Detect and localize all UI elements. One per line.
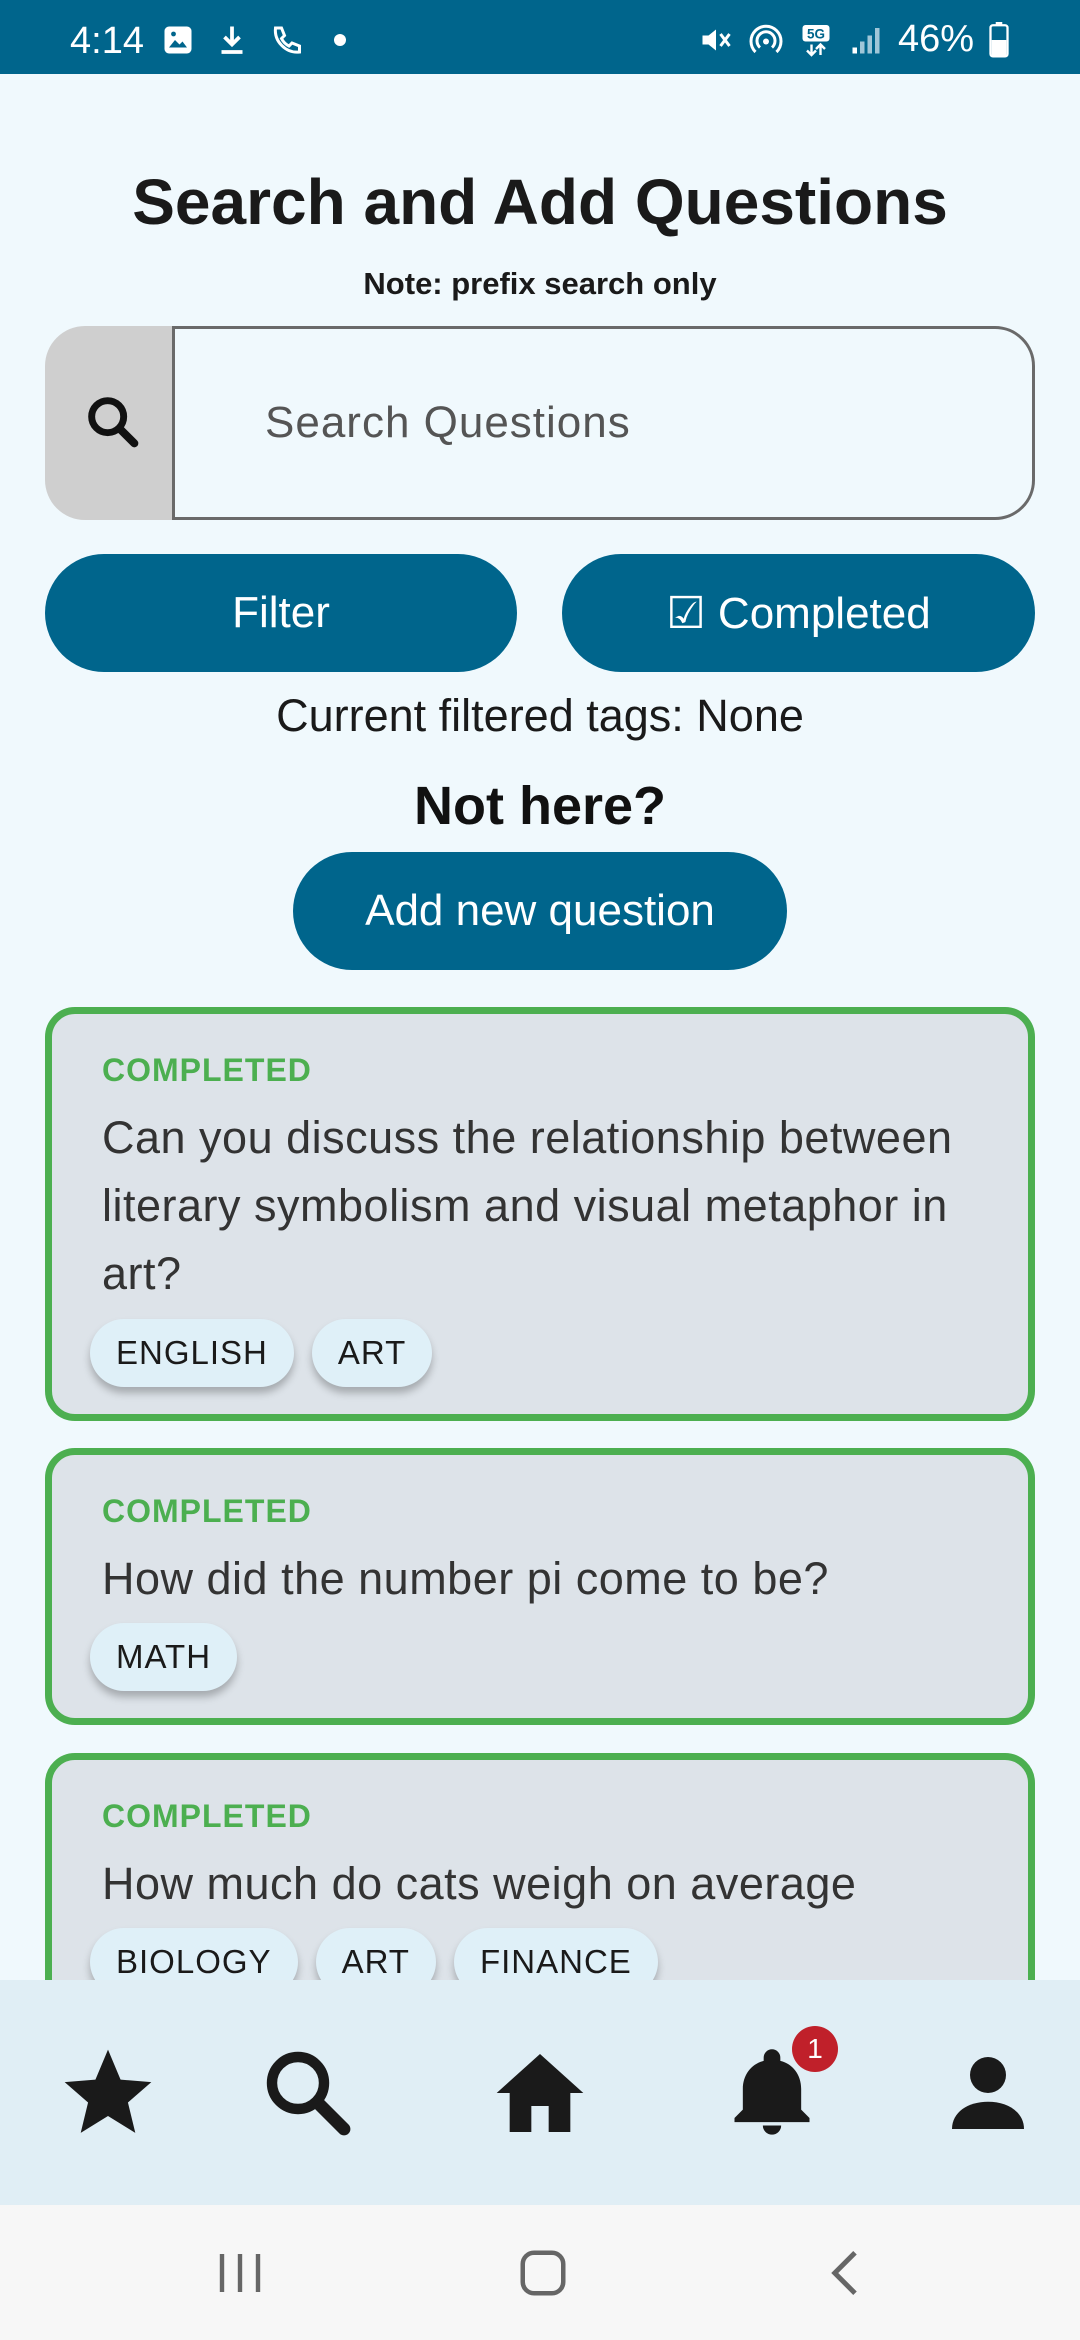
status-label: COMPLETED xyxy=(102,1798,312,1834)
question-text: Can you discuss the relationship between… xyxy=(102,1112,953,1299)
back-button[interactable] xyxy=(746,2205,946,2340)
search-icon xyxy=(266,2051,351,2135)
tag-chip[interactable]: BIOLOGY xyxy=(90,1928,298,1980)
star-icon xyxy=(64,2049,152,2133)
question-card[interactable]: COMPLETED How did the number pi come to … xyxy=(45,1448,1035,1725)
profile-icon xyxy=(952,2056,1024,2129)
tag-chip[interactable]: FINANCE xyxy=(453,1928,658,1980)
question-text: How much do cats weigh on average xyxy=(102,1858,857,1909)
tag-chip[interactable]: ART xyxy=(311,1319,433,1387)
system-navigation-bar xyxy=(0,2205,1080,2340)
recent-apps-icon xyxy=(219,2253,261,2292)
question-card[interactable]: COMPLETED How much do cats weigh on aver… xyxy=(45,1753,1035,1980)
tag-chip[interactable]: ENGLISH xyxy=(90,1319,294,1387)
recent-apps-button[interactable] xyxy=(140,2205,340,2340)
status-label: COMPLETED xyxy=(102,1052,312,1088)
tag-chip[interactable]: ART xyxy=(315,1928,436,1980)
tag-list: MATH xyxy=(90,1623,238,1691)
back-icon xyxy=(831,2250,857,2295)
tag-list: ENGLISH ART xyxy=(90,1319,433,1387)
home-icon xyxy=(496,2053,584,2132)
bottom-navigation: 1 xyxy=(0,1980,1080,2205)
question-text: How did the number pi come to be? xyxy=(102,1553,829,1604)
notification-badge: 1 xyxy=(792,2026,838,2072)
nav-favorites[interactable] xyxy=(0,1980,216,2205)
nav-notifications[interactable]: 1 xyxy=(664,1980,880,2205)
status-label: COMPLETED xyxy=(102,1493,312,1529)
nav-home[interactable] xyxy=(432,1980,648,2205)
tag-list: BIOLOGY ART FINANCE xyxy=(90,1928,658,1980)
home-button[interactable] xyxy=(443,2205,643,2340)
nav-search[interactable] xyxy=(200,1980,416,2205)
tag-chip[interactable]: MATH xyxy=(90,1623,238,1691)
question-list: COMPLETED Can you discuss the relationsh… xyxy=(0,0,1080,1980)
nav-profile[interactable] xyxy=(896,1980,1080,2205)
question-card[interactable]: COMPLETED Can you discuss the relationsh… xyxy=(45,1007,1035,1421)
home-square-icon xyxy=(520,2250,566,2295)
